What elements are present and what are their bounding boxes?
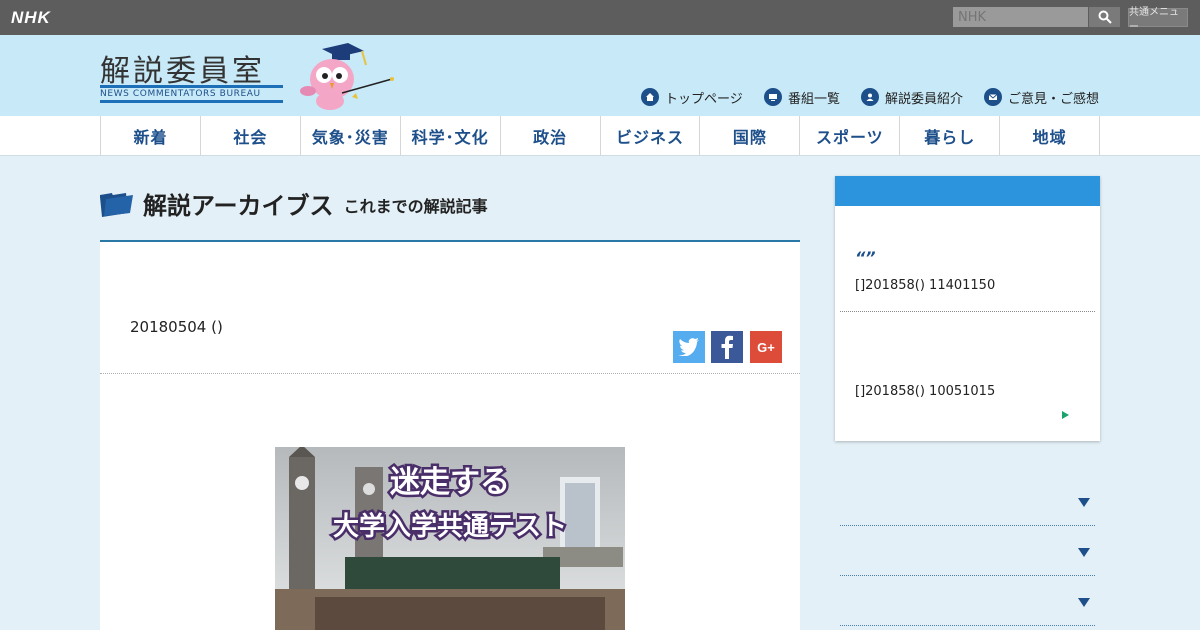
site-header: 解説委員室 NEWS COMMENTATORS BUREAU トップページ 番組… <box>0 35 1200 116</box>
nav-item-society[interactable]: 社会 <box>201 116 301 156</box>
person-icon <box>861 88 879 106</box>
global-topbar: NHK 共通メニュー <box>0 0 1200 35</box>
search-icon <box>1098 10 1112 24</box>
header-link-feedback[interactable]: ご意見・ご感想 <box>984 87 1099 107</box>
page-heading: 解説アーカイブス これまでの解説記事 <box>100 183 488 223</box>
accordion-chevron-down-icon[interactable] <box>1078 598 1090 607</box>
accordion-chevron-down-icon[interactable] <box>1078 498 1090 507</box>
accordion-chevron-down-icon[interactable] <box>1078 548 1090 557</box>
header-link-label: ご意見・ご感想 <box>1008 91 1100 107</box>
google-plus-share-button[interactable]: G+ <box>750 331 782 363</box>
mail-icon <box>984 88 1002 106</box>
article-hero-image[interactable]: 迷走する 大学入学共通テスト <box>275 447 625 630</box>
folder-icon <box>100 193 133 217</box>
nav-item-lifestyle[interactable]: 暮らし <box>900 116 1001 156</box>
nav-item-science[interactable]: 科学･文化 <box>401 116 501 156</box>
sidebar-card: “” []201858() 11401150 []201858() 100510… <box>835 176 1100 441</box>
tv-icon <box>764 88 782 106</box>
quote-mark: “” <box>855 248 876 267</box>
hero-title-line1: 迷走する <box>390 465 510 500</box>
common-menu-button[interactable]: 共通メニュー <box>1128 7 1188 33</box>
page-title: 解説アーカイブス <box>143 191 334 220</box>
accordion-divider <box>840 575 1095 576</box>
nav-item-regional[interactable]: 地域 <box>1000 116 1101 156</box>
header-link-programs[interactable]: 番組一覧 <box>764 87 840 107</box>
article-date: 20180504 () <box>130 318 223 336</box>
nhk-logo[interactable]: NHK <box>11 8 51 28</box>
owl-mascot-icon <box>300 43 394 110</box>
nav-item-business[interactable]: ビジネス <box>601 116 701 156</box>
facebook-icon <box>721 335 733 359</box>
search-input[interactable] <box>953 7 1088 27</box>
nav-item-international[interactable]: 国際 <box>700 116 801 156</box>
sidebar-item[interactable]: []201858() 10051015 <box>855 384 995 399</box>
nav-item-politics[interactable]: 政治 <box>501 116 601 156</box>
article-divider <box>100 373 800 374</box>
header-link-top[interactable]: トップページ <box>641 87 743 107</box>
site-subtitle: NEWS COMMENTATORS BUREAU <box>100 85 283 103</box>
header-link-label: トップページ <box>665 91 743 107</box>
site-title[interactable]: 解説委員室 <box>100 46 265 90</box>
sidebar-more-arrow-icon[interactable] <box>1062 411 1069 419</box>
header-link-label: 解説委員紹介 <box>885 91 964 107</box>
facebook-share-button[interactable] <box>711 331 743 363</box>
accordion-divider <box>840 525 1095 526</box>
nav-item-weather[interactable]: 気象･災害 <box>301 116 401 156</box>
sidebar-item[interactable]: []201858() 11401150 <box>855 278 995 293</box>
twitter-share-button[interactable] <box>673 331 705 363</box>
article-panel: 20180504 () G+ 迷走する 大学入学共通テスト <box>100 242 800 630</box>
google-plus-icon: G+ <box>757 339 775 355</box>
nav-item-new[interactable]: 新着 <box>101 116 201 156</box>
accordion-divider <box>840 625 1095 626</box>
header-link-label: 番組一覧 <box>788 91 841 107</box>
nav-item-sports[interactable]: スポーツ <box>800 116 901 156</box>
page-subtitle: これまでの解説記事 <box>343 197 488 216</box>
main-navigation: 新着 社会 気象･災害 科学･文化 政治 ビジネス 国際 スポーツ 暮らし 地域 <box>0 116 1200 156</box>
sidebar-divider <box>840 311 1095 312</box>
home-icon <box>641 88 659 106</box>
hero-title-line2: 大学入学共通テスト <box>333 511 567 542</box>
twitter-icon <box>678 338 699 356</box>
search-button[interactable] <box>1089 7 1120 27</box>
sidebar-card-header <box>835 176 1100 206</box>
header-link-commentators[interactable]: 解説委員紹介 <box>861 87 963 107</box>
